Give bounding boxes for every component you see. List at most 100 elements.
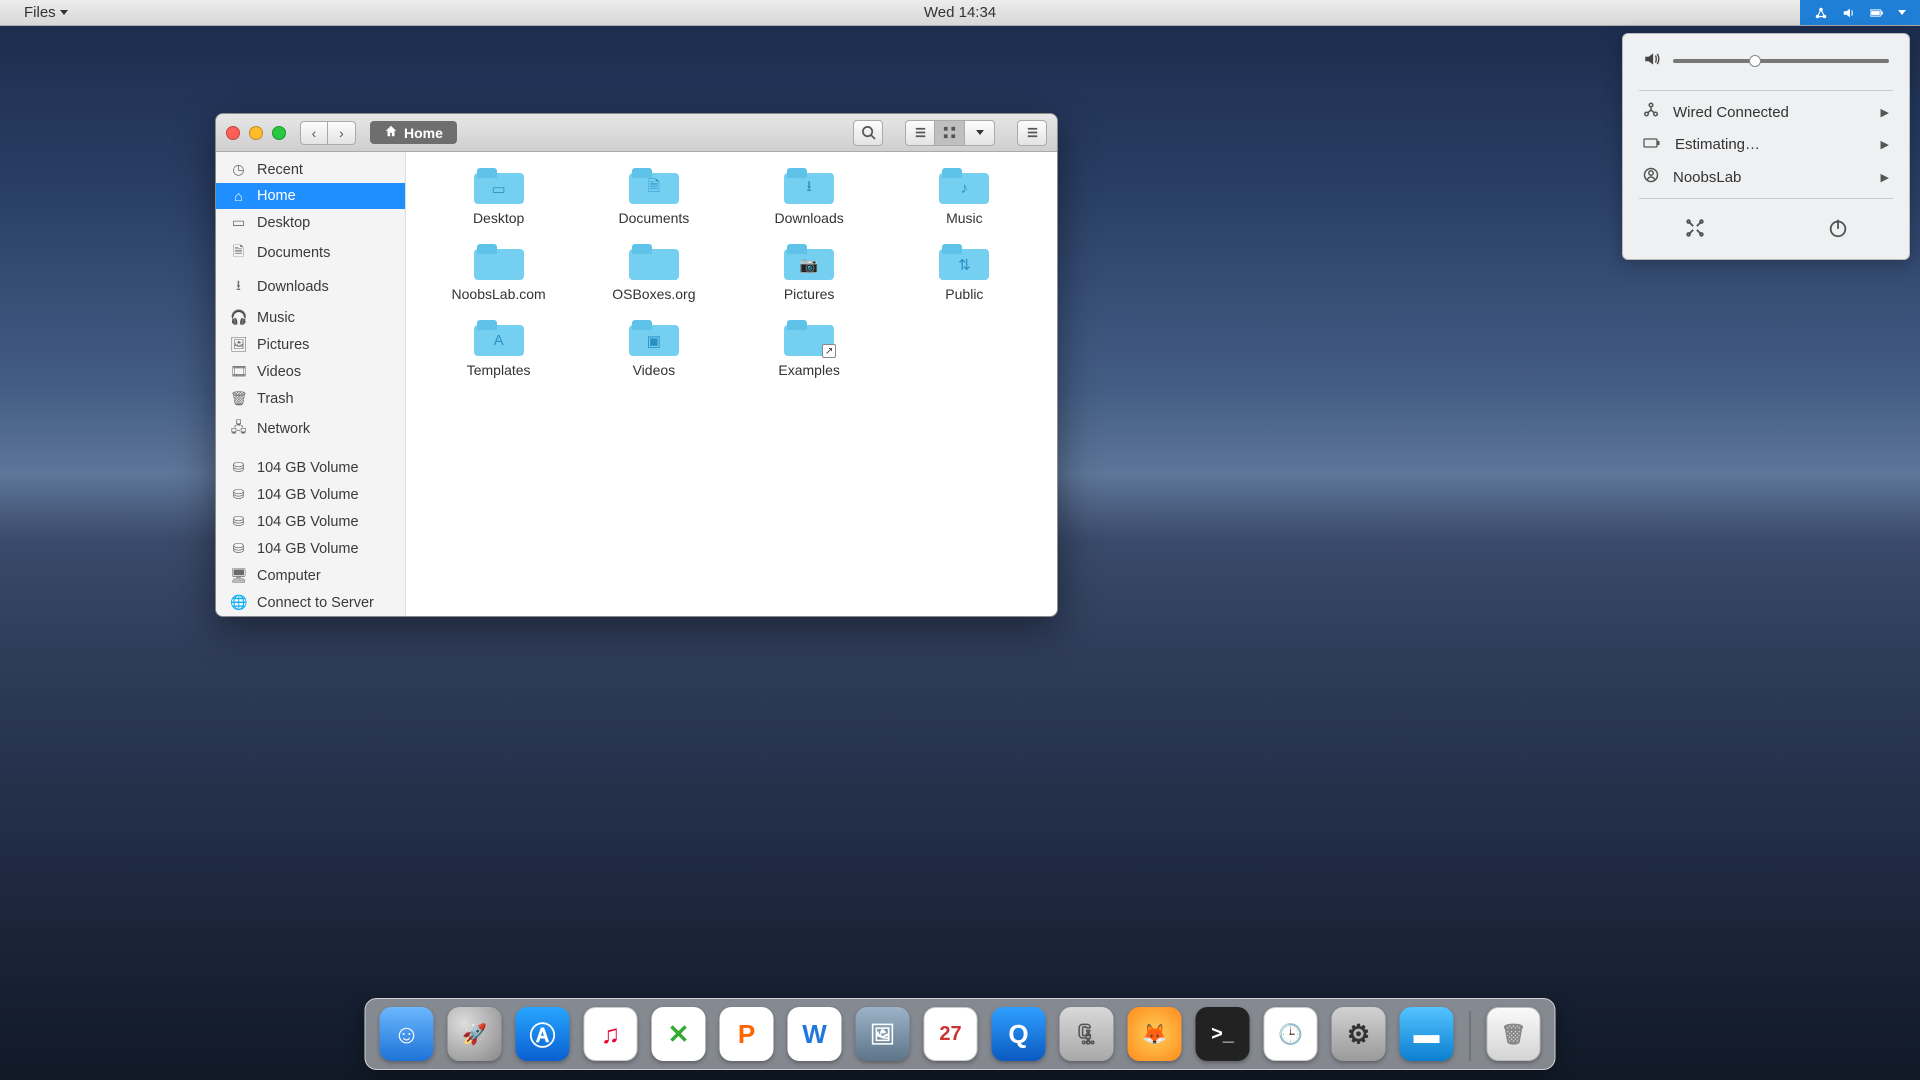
folder-pictures[interactable]: 📷Pictures (737, 244, 882, 302)
folder-noobslab-com[interactable]: NoobsLab.com (426, 244, 571, 302)
folder-icon: ♪ (939, 168, 989, 204)
sidebar-item-desktop[interactable]: ▭Desktop (216, 209, 405, 236)
sidebar-item-computer[interactable]: 🖥Computer (216, 562, 405, 589)
folder-osboxes-org[interactable]: OSBoxes.org (581, 244, 726, 302)
sidebar-item-downloads[interactable]: ⭳Downloads (216, 270, 405, 304)
sidebar-item-label: Pictures (257, 337, 309, 353)
folder-icon: ▣ (629, 320, 679, 356)
folder-documents[interactable]: 🗎 Documents (581, 168, 726, 226)
dock-app-x[interactable]: ✕ (652, 1007, 706, 1061)
folder-templates[interactable]: ATemplates (426, 320, 571, 378)
popup-row-label: Wired Connected (1673, 104, 1789, 121)
hamburger-menu-button[interactable] (1017, 120, 1047, 146)
dock-quicktime[interactable]: Q (992, 1007, 1046, 1061)
nav-forward-button[interactable]: › (328, 121, 356, 145)
sidebar-item-label: 104 GB Volume (257, 460, 359, 476)
sidebar-item-trash[interactable]: 🗑 Trash (216, 385, 405, 412)
path-breadcrumb[interactable]: Home (370, 121, 457, 144)
folder-examples[interactable]: ↗Examples (737, 320, 882, 378)
minimize-button[interactable] (249, 126, 263, 140)
app-menu[interactable]: Files (18, 4, 74, 21)
dock-app-p[interactable]: P (720, 1007, 774, 1061)
dock-archive[interactable]: 🗜 (1060, 1007, 1114, 1061)
ethernet-icon (1643, 102, 1659, 122)
system-tray[interactable] (1800, 0, 1920, 25)
sidebar-item-pictures[interactable]: 🖼Pictures (216, 331, 405, 358)
titlebar[interactable]: ‹ › Home (216, 114, 1057, 152)
volume-slider[interactable] (1673, 59, 1889, 63)
sidebar-item-icon: 🗑 (230, 390, 247, 407)
dock-clock[interactable]: 🕒 (1264, 1007, 1318, 1061)
folder-label: Documents (618, 210, 689, 226)
divider (1639, 198, 1893, 199)
sidebar-item-icon: ⌂ (230, 188, 247, 204)
folder-downloads[interactable]: ⭳Downloads (737, 168, 882, 226)
settings-action-icon[interactable] (1684, 217, 1706, 245)
user-icon (1643, 167, 1659, 187)
sidebar-item-icon: ⛁ (230, 486, 247, 503)
folder-desktop[interactable]: ▭Desktop (426, 168, 571, 226)
sidebar-item-104-gb-volume[interactable]: ⛁104 GB Volume (216, 481, 405, 508)
dock-launchpad[interactable]: 🚀 (448, 1007, 502, 1061)
sidebar-item-recent[interactable]: ◷Recent (216, 156, 405, 183)
chevron-down-icon (976, 130, 984, 135)
dock-terminal[interactable]: >_ (1196, 1007, 1250, 1061)
sidebar-item-icon: 🌐 (230, 594, 247, 611)
folder-videos[interactable]: ▣Videos (581, 320, 726, 378)
sidebar-item-music[interactable]: 🎧Music (216, 304, 405, 331)
popup-row-noobslab[interactable]: NoobsLab▶ (1623, 160, 1909, 194)
volume-tray-icon[interactable] (1842, 6, 1856, 20)
battery-tray-icon[interactable] (1870, 6, 1884, 20)
view-dropdown-button[interactable] (965, 120, 995, 146)
folder-label: Templates (467, 362, 531, 378)
sidebar-item-network[interactable]: 🖧Network (216, 412, 405, 446)
quicktime-icon: Q (1008, 1019, 1028, 1050)
dock-display[interactable]: ▬ (1400, 1007, 1454, 1061)
sidebar-item-104-gb-volume[interactable]: ⛁104 GB Volume (216, 508, 405, 535)
search-button[interactable] (853, 120, 883, 146)
tray-caret-icon[interactable] (1898, 10, 1906, 15)
sidebar-item-home[interactable]: ⌂Home (216, 183, 405, 209)
dock-finder[interactable]: ☺ (380, 1007, 434, 1061)
folder-label: NoobsLab.com (452, 286, 546, 302)
content-area[interactable]: ▭Desktop 🗎 Documents ⭳Downloads♪Music NoobsL… (406, 152, 1057, 616)
menubar-clock[interactable]: Wed 14:34 (924, 4, 996, 21)
photos-icon: 🖼 (870, 1022, 895, 1047)
dock-calendar[interactable]: 27 (924, 1007, 978, 1061)
sidebar-item-label: Music (257, 310, 295, 326)
sidebar-item-videos[interactable]: 🎞Videos (216, 358, 405, 385)
sidebar-item-label: Recent (257, 162, 303, 178)
sidebar-item-documents[interactable]: 🗎Documents (216, 236, 405, 270)
shortcut-badge-icon: ↗ (822, 344, 836, 358)
folder-music[interactable]: ♪Music (892, 168, 1037, 226)
sidebar-item-104-gb-volume[interactable]: ⛁104 GB Volume (216, 454, 405, 481)
dock-appstore[interactable]: Ⓐ (516, 1007, 570, 1061)
popup-row-wired-connected[interactable]: Wired Connected▶ (1623, 95, 1909, 129)
folder-icon (474, 244, 524, 280)
popup-row-label: NoobsLab (1673, 169, 1741, 186)
folder-public[interactable]: ⇅Public (892, 244, 1037, 302)
sidebar-item-label: Trash (257, 391, 294, 407)
dock-photos[interactable]: 🖼 (856, 1007, 910, 1061)
dock-settings[interactable]: ⚙ (1332, 1007, 1386, 1061)
folder-icon: 🗎 (629, 168, 679, 204)
sidebar-item-connect-to-server[interactable]: 🌐Connect to Server (216, 589, 405, 616)
folder-icon: ⭳ (784, 168, 834, 204)
close-button[interactable] (226, 126, 240, 140)
volume-row (1623, 46, 1909, 86)
dock-firefox[interactable]: 🦊 (1128, 1007, 1182, 1061)
nav-back-button[interactable]: ‹ (300, 121, 328, 145)
dock-itunes[interactable]: ♫ (584, 1007, 638, 1061)
list-view-button[interactable] (905, 120, 935, 146)
maximize-button[interactable] (272, 126, 286, 140)
dock-trash[interactable]: 🗑 (1487, 1007, 1541, 1061)
power-action-icon[interactable] (1827, 217, 1849, 245)
grid-view-button[interactable] (935, 120, 965, 146)
volume-slider-thumb[interactable] (1749, 55, 1761, 67)
network-tray-icon[interactable] (1814, 6, 1828, 20)
popup-row-estimating-[interactable]: Estimating…▶ (1623, 129, 1909, 160)
dock-app-w[interactable]: W (788, 1007, 842, 1061)
folder-icon: 📷 (784, 244, 834, 280)
firefox-icon: 🦊 (1142, 1022, 1167, 1047)
sidebar-item-104-gb-volume[interactable]: ⛁104 GB Volume (216, 535, 405, 562)
